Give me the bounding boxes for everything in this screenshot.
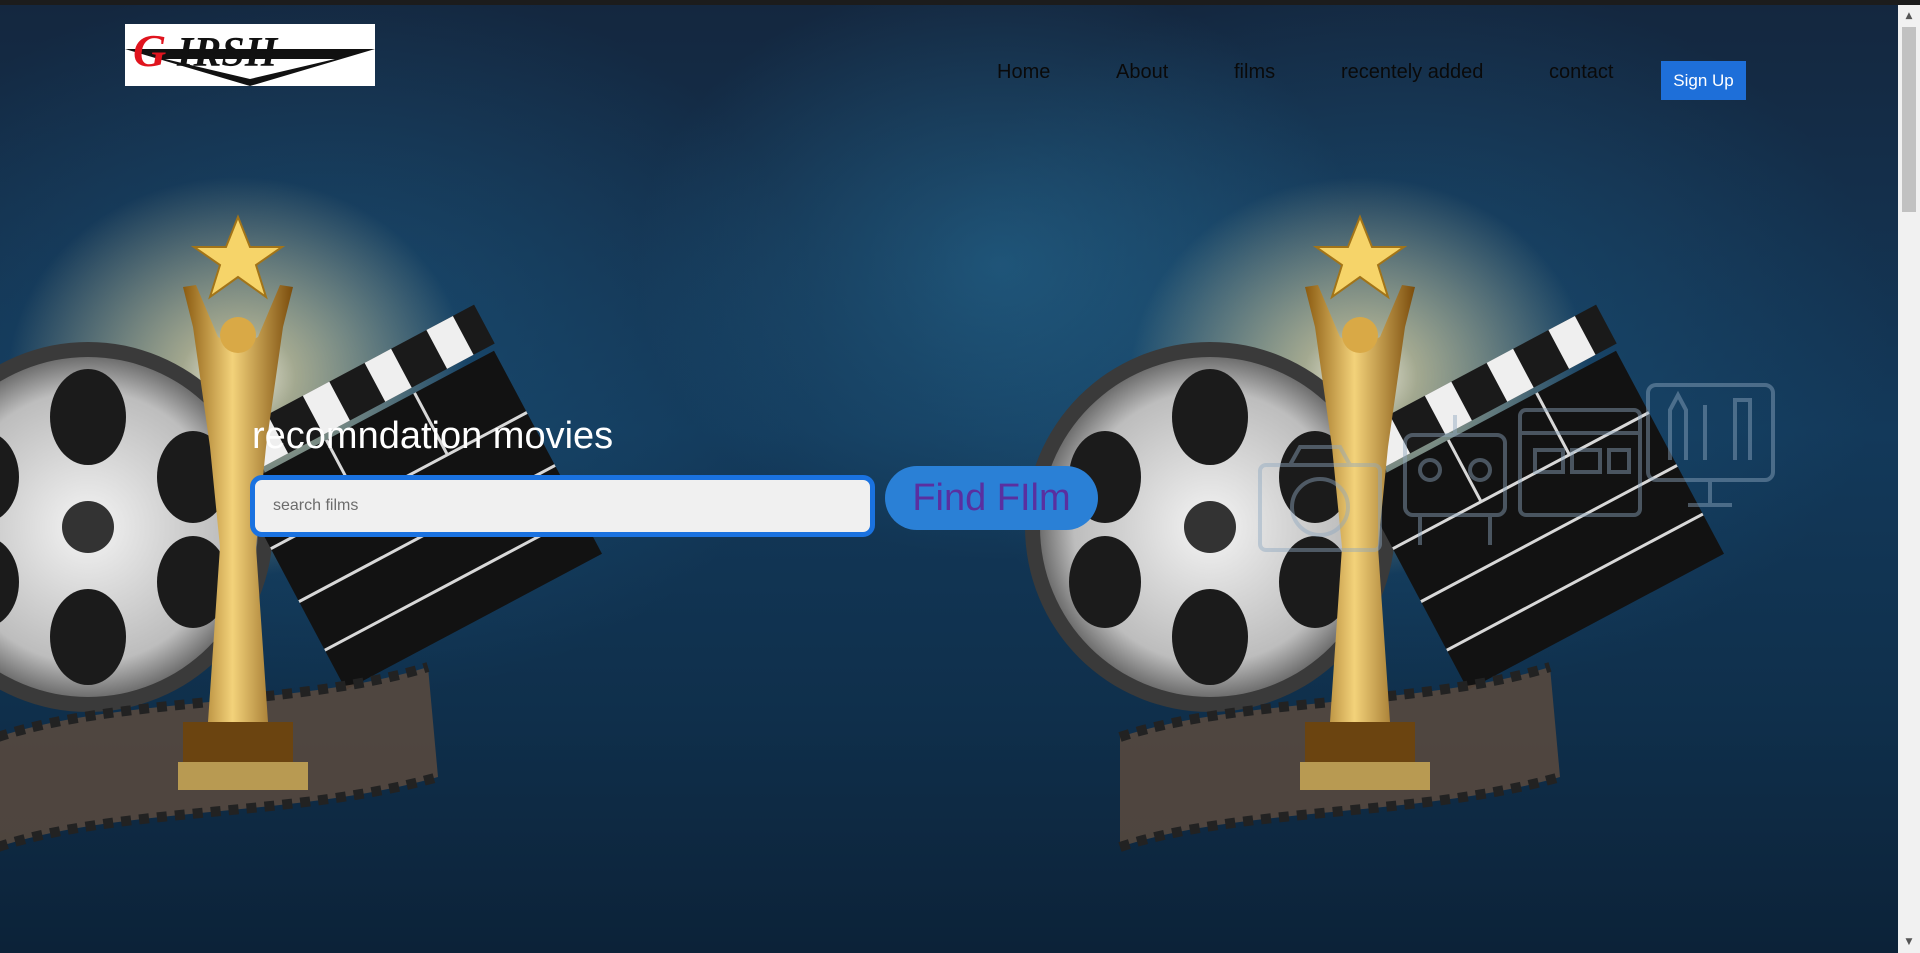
nav-films[interactable]: films	[1234, 60, 1275, 84]
nav-recently-added[interactable]: recentely added	[1341, 60, 1483, 84]
scrollbar-thumb[interactable]	[1902, 27, 1916, 212]
vertical-scrollbar[interactable]: ▲ ▼	[1898, 5, 1920, 953]
girsh-logo[interactable]: G IRSH	[125, 24, 375, 86]
scroll-down-arrow-icon[interactable]: ▼	[1898, 933, 1920, 951]
hero-title: recomndation movies	[252, 415, 614, 457]
nav-home[interactable]: Home	[997, 60, 1050, 84]
svg-text:G: G	[133, 25, 166, 76]
scroll-up-arrow-icon[interactable]: ▲	[1898, 7, 1920, 25]
nav-contact[interactable]: contact	[1549, 60, 1613, 84]
find-film-button[interactable]: Find FIlm	[885, 466, 1098, 530]
nav-about[interactable]: About	[1116, 60, 1168, 84]
hero-section: G IRSH Home About films recentely added …	[0, 5, 1898, 953]
search-box	[250, 475, 875, 537]
svg-text:IRSH: IRSH	[176, 30, 279, 76]
signup-button[interactable]: Sign Up	[1661, 61, 1746, 100]
logo-graphic: G IRSH	[125, 25, 375, 86]
search-input[interactable]	[255, 480, 870, 532]
